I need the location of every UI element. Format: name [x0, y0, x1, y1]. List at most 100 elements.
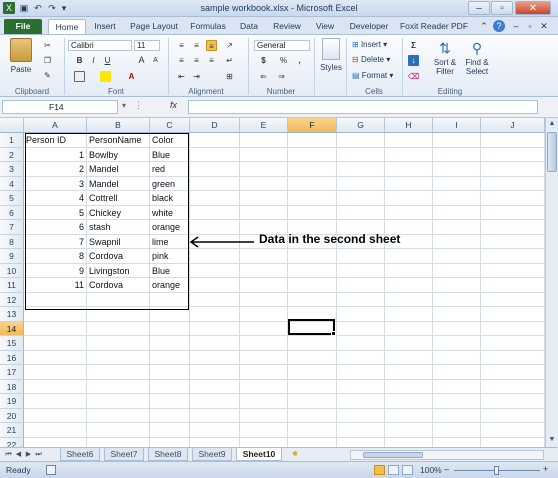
- sort-filter-button[interactable]: ⇅ Sort & Filter: [430, 38, 460, 76]
- row-header-3[interactable]: 3: [0, 162, 24, 177]
- minimize-button[interactable]: –: [468, 1, 490, 15]
- column-header-g[interactable]: G: [337, 118, 385, 133]
- delete-cells-button[interactable]: ⊟ Delete ▾: [352, 55, 390, 64]
- copy-icon[interactable]: ❐: [42, 55, 53, 66]
- row-header-1[interactable]: 1: [0, 133, 24, 148]
- row-header-6[interactable]: 6: [0, 205, 24, 220]
- zoom-level[interactable]: 100%: [420, 465, 442, 475]
- sheet-tab-sheet7[interactable]: Sheet7: [104, 448, 144, 461]
- insert-cells-button[interactable]: ⊞ Insert ▾: [352, 40, 387, 49]
- tab-formulas[interactable]: Formulas: [186, 19, 230, 34]
- scroll-up-icon[interactable]: ▲: [547, 120, 557, 129]
- align-right-icon[interactable]: ≡: [206, 55, 217, 66]
- orientation-icon[interactable]: ↗: [224, 40, 235, 51]
- select-all-corner[interactable]: [0, 118, 24, 133]
- grow-font-button[interactable]: A: [136, 55, 147, 66]
- merge-center-icon[interactable]: ⊞: [224, 71, 235, 82]
- row-header-19[interactable]: 19: [0, 394, 24, 409]
- row-header-18[interactable]: 18: [0, 379, 24, 394]
- increase-indent-icon[interactable]: ⇥: [191, 71, 202, 82]
- row-header-7[interactable]: 7: [0, 220, 24, 235]
- fill-color-icon[interactable]: [100, 71, 111, 82]
- workbook-close-icon[interactable]: ✕: [538, 20, 550, 32]
- underline-button[interactable]: U: [102, 55, 113, 66]
- column-header-f[interactable]: F: [288, 118, 337, 133]
- close-button[interactable]: ✕: [515, 1, 551, 15]
- sheet-tab-sheet9[interactable]: Sheet9: [192, 448, 232, 461]
- row-header-2[interactable]: 2: [0, 147, 24, 162]
- worksheet-grid[interactable]: ABCDEFGHIJ 1 2 3 4 5 6 7 8 9 10 11 12 13 14 15 16 17 18 19…: [0, 118, 545, 448]
- column-header-j[interactable]: J: [481, 118, 545, 133]
- row-header-15[interactable]: 15: [0, 336, 24, 351]
- zoom-out-button[interactable]: –: [444, 464, 449, 474]
- horizontal-scroll-thumb[interactable]: [363, 452, 423, 458]
- row-header-17[interactable]: 17: [0, 365, 24, 380]
- find-select-button[interactable]: ⚲ Find & Select: [462, 38, 492, 76]
- column-header-h[interactable]: H: [385, 118, 433, 133]
- increase-decimal-icon[interactable]: ⇐: [258, 71, 269, 82]
- sheet-tab-sheet6[interactable]: Sheet6: [60, 448, 100, 461]
- row-header-9[interactable]: 9: [0, 249, 24, 264]
- row-header-10[interactable]: 10: [0, 263, 24, 278]
- percent-button[interactable]: %: [278, 55, 289, 66]
- vertical-scrollbar[interactable]: ▲ ▼: [545, 118, 558, 447]
- macro-record-icon[interactable]: [46, 465, 56, 475]
- help-icon[interactable]: ?: [493, 20, 505, 32]
- scroll-thumb[interactable]: [547, 132, 557, 172]
- clear-icon[interactable]: ⌫: [408, 71, 419, 82]
- next-sheet-icon[interactable]: ▶: [24, 449, 33, 460]
- font-color-icon[interactable]: A: [126, 71, 137, 82]
- restore-button[interactable]: ▫: [491, 1, 513, 15]
- insert-function-button[interactable]: fx: [170, 100, 177, 110]
- comma-button[interactable]: ,: [294, 55, 305, 66]
- row-header-21[interactable]: 21: [0, 423, 24, 438]
- decrease-decimal-icon[interactable]: ⇒: [276, 71, 287, 82]
- column-header-i[interactable]: I: [433, 118, 481, 133]
- page-break-view-icon[interactable]: [402, 465, 413, 475]
- paste-button[interactable]: Paste: [6, 38, 36, 82]
- decrease-indent-icon[interactable]: ⇤: [176, 71, 187, 82]
- column-header-c[interactable]: C: [150, 118, 190, 133]
- formula-input[interactable]: [188, 100, 538, 114]
- row-header-12[interactable]: 12: [0, 292, 24, 307]
- align-left-icon[interactable]: ≡: [176, 55, 187, 66]
- tab-developer[interactable]: Developer: [346, 19, 392, 34]
- sheet-tab-sheet10[interactable]: Sheet10: [236, 448, 282, 461]
- align-middle-icon[interactable]: ≡: [191, 40, 202, 51]
- italic-button[interactable]: I: [88, 55, 99, 66]
- tab-insert[interactable]: Insert: [88, 19, 122, 34]
- tab-file[interactable]: File: [4, 19, 42, 34]
- first-sheet-icon[interactable]: ⏮: [4, 449, 13, 460]
- fill-handle[interactable]: [331, 331, 336, 336]
- sheet-tab-sheet8[interactable]: Sheet8: [148, 448, 188, 461]
- shrink-font-button[interactable]: A: [150, 55, 161, 66]
- tab-data[interactable]: Data: [234, 19, 264, 34]
- workbook-minimize-icon[interactable]: –: [510, 20, 522, 32]
- tab-home[interactable]: Home: [48, 19, 86, 34]
- insert-sheet-icon[interactable]: ✱: [288, 449, 302, 460]
- name-box[interactable]: F14: [2, 100, 118, 114]
- scroll-down-icon[interactable]: ▼: [547, 436, 557, 445]
- column-header-a[interactable]: A: [24, 118, 87, 133]
- row-header-5[interactable]: 5: [0, 191, 24, 206]
- align-top-icon[interactable]: ≡: [176, 40, 187, 51]
- horizontal-scrollbar[interactable]: [350, 450, 544, 460]
- row-header-14[interactable]: 14: [0, 321, 24, 336]
- align-bottom-icon[interactable]: ≡: [206, 40, 217, 51]
- active-cell-f14[interactable]: [288, 319, 336, 336]
- prev-sheet-icon[interactable]: ◀: [14, 449, 23, 460]
- row-header-11[interactable]: 11: [0, 278, 24, 293]
- fill-icon[interactable]: ↓: [408, 55, 419, 66]
- wrap-text-icon[interactable]: ↵: [224, 55, 235, 66]
- format-cells-button[interactable]: ▤ Format ▾: [352, 71, 393, 80]
- font-name-select[interactable]: Calibri: [68, 40, 132, 51]
- page-layout-view-icon[interactable]: [388, 465, 399, 475]
- align-center-icon[interactable]: ≡: [191, 55, 202, 66]
- row-header-20[interactable]: 20: [0, 408, 24, 423]
- tab-review[interactable]: Review: [268, 19, 306, 34]
- borders-icon[interactable]: [74, 71, 85, 82]
- autosum-icon[interactable]: Σ: [408, 40, 419, 51]
- format-painter-icon[interactable]: ✎: [42, 70, 53, 81]
- column-header-d[interactable]: D: [190, 118, 240, 133]
- tab-page-layout[interactable]: Page Layout: [126, 19, 182, 34]
